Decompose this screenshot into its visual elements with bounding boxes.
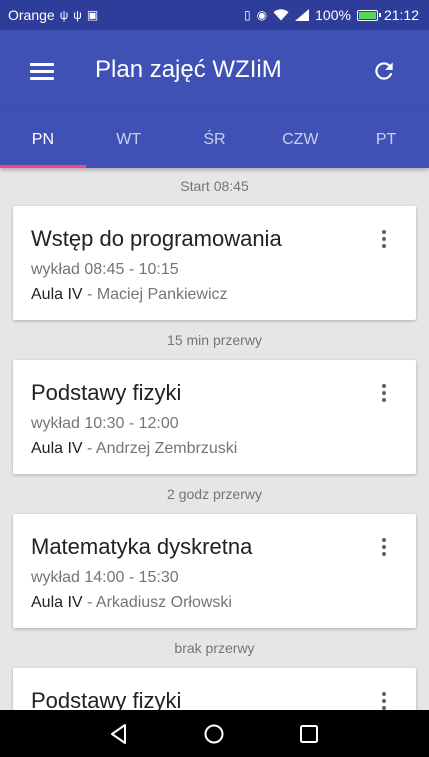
- usb-debug-icon: ψ: [73, 8, 82, 22]
- tab-thursday[interactable]: CZW: [257, 112, 343, 168]
- tab-monday[interactable]: PN: [0, 112, 86, 168]
- class-lecturer: - Maciej Pankiewicz: [82, 286, 228, 303]
- class-title: Matematyka dyskretna: [31, 534, 253, 559]
- wifi-icon: [273, 9, 289, 21]
- tab-tuesday[interactable]: WT: [86, 112, 172, 168]
- class-lecturer: - Arkadiusz Orłowski: [82, 594, 232, 611]
- tab-wednesday[interactable]: ŚR: [172, 112, 258, 168]
- class-location: Aula IV - Andrzej Zembrzuski: [31, 440, 237, 458]
- home-circle-icon[interactable]: [203, 723, 225, 745]
- menu-icon[interactable]: [30, 61, 54, 81]
- tab-label: CZW: [282, 131, 319, 148]
- tab-friday[interactable]: PT: [343, 112, 429, 168]
- break-label: 2 godz przerwy: [167, 486, 262, 502]
- class-card[interactable]: Podstawy fizyki: [13, 668, 416, 710]
- back-triangle-icon[interactable]: [108, 723, 130, 745]
- more-vert-icon[interactable]: [375, 688, 393, 710]
- class-card[interactable]: Wstęp do programowania wykład 08:45 - 10…: [13, 206, 416, 320]
- class-time: wykład 10:30 - 12:00: [31, 415, 179, 432]
- class-title: Podstawy fizyki: [31, 688, 182, 710]
- tab-label: WT: [116, 131, 142, 148]
- break-label: brak przerwy: [174, 640, 255, 656]
- class-title: Podstawy fizyki: [31, 380, 182, 405]
- class-time: wykład 08:45 - 10:15: [31, 261, 179, 278]
- class-room: Aula IV: [31, 286, 83, 303]
- eye-icon: ◉: [256, 8, 268, 22]
- usb-icon: ψ: [59, 8, 69, 22]
- class-title: Wstęp do programowania: [31, 226, 282, 251]
- tab-label: PN: [31, 131, 55, 148]
- more-vert-icon[interactable]: [375, 226, 393, 252]
- break-label: 15 min przerwy: [167, 332, 262, 348]
- carrier-name: Orange: [8, 7, 55, 23]
- class-location: Aula IV - Maciej Pankiewicz: [31, 286, 228, 304]
- class-location: Aula IV - Arkadiusz Orłowski: [31, 594, 232, 612]
- tab-label: ŚR: [203, 131, 226, 148]
- app-bar: Plan zajęć WZIiM: [0, 30, 429, 112]
- tab-label: PT: [375, 131, 397, 148]
- class-card[interactable]: Podstawy fizyki wykład 10:30 - 12:00 Aul…: [13, 360, 416, 474]
- system-nav-bar: [0, 710, 429, 757]
- class-room: Aula IV: [31, 440, 83, 457]
- class-lecturer: - Andrzej Zembrzuski: [82, 440, 238, 457]
- battery-percent: 100%: [315, 7, 351, 23]
- battery-icon: [356, 9, 381, 21]
- app-title: Plan zajęć WZIiM: [95, 56, 282, 83]
- more-vert-icon[interactable]: [375, 534, 393, 560]
- status-bar: Orange ψ ψ ▣ ▯ ◉ 100% 21:12: [0, 0, 429, 30]
- signal-icon: [295, 9, 310, 21]
- class-card[interactable]: Matematyka dyskretna wykład 14:00 - 15:3…: [13, 514, 416, 628]
- recents-square-icon[interactable]: [298, 723, 320, 745]
- day-tabs: PN WT ŚR CZW PT: [0, 112, 429, 168]
- start-label: Start 08:45: [180, 178, 249, 194]
- schedule-list[interactable]: Start 08:45 Wstęp do programowania wykła…: [0, 168, 429, 710]
- refresh-icon[interactable]: [371, 58, 397, 84]
- status-left: Orange ψ ψ ▣: [8, 7, 98, 23]
- vibrate-icon: ▯: [244, 8, 251, 22]
- more-vert-icon[interactable]: [375, 380, 393, 406]
- clock-time: 21:12: [383, 7, 419, 23]
- status-right: ▯ ◉ 100% 21:12: [244, 7, 419, 23]
- notification-icon: ▣: [86, 8, 99, 22]
- class-room: Aula IV: [31, 594, 83, 611]
- class-time: wykład 14:00 - 15:30: [31, 569, 179, 586]
